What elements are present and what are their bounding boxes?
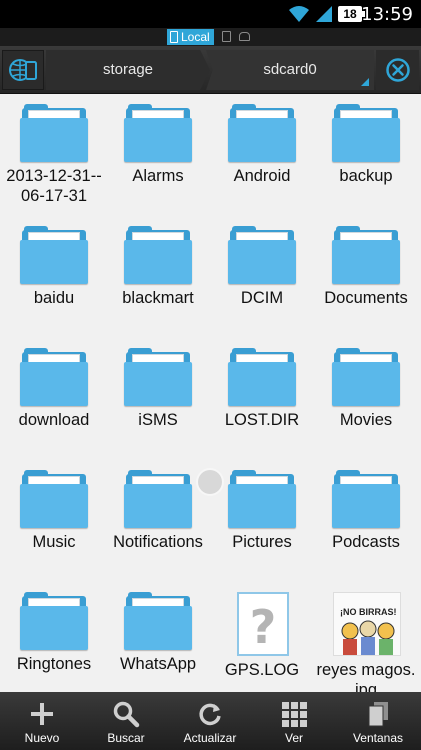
scroll-indicator[interactable]	[196, 468, 224, 496]
folder-icon	[124, 226, 192, 284]
item-label: Pictures	[232, 533, 292, 551]
bottom-action-bar: Nuevo Buscar Actualizar Ver Ventanas	[0, 692, 421, 750]
sdcard-icon[interactable]	[222, 31, 231, 42]
item-label: 2013-12-31--06-17-31	[6, 167, 102, 205]
folder-item[interactable]: Android	[210, 104, 314, 186]
item-label: Podcasts	[332, 533, 400, 551]
item-label: Ringtones	[16, 655, 92, 673]
grid-view-icon	[282, 702, 307, 727]
folder-icon	[228, 470, 296, 528]
folder-item[interactable]: Movies	[314, 348, 418, 430]
local-mode-badge[interactable]: Local	[167, 29, 214, 45]
folder-item[interactable]: Pictures	[210, 470, 314, 552]
breadcrumb-sdcard0[interactable]: sdcard0	[206, 50, 374, 90]
folder-icon	[228, 104, 296, 162]
folder-icon	[20, 470, 88, 528]
file-grid: 2013-12-31--06-17-31 Alarms Android back…	[0, 94, 421, 692]
folder-icon	[332, 104, 400, 162]
item-label: backup	[339, 167, 393, 185]
windows-button[interactable]: Ventanas	[336, 692, 420, 750]
item-label: Music	[32, 533, 76, 551]
folder-item[interactable]: backup	[314, 104, 418, 186]
location-mode-strip: Local	[0, 28, 421, 46]
folder-item[interactable]: WhatsApp	[106, 592, 210, 674]
refresh-label: Actualizar	[183, 731, 237, 745]
item-label: iSMS	[138, 411, 178, 429]
new-button[interactable]: Nuevo	[0, 692, 84, 750]
search-label: Buscar	[107, 731, 145, 745]
view-label: Ver	[284, 731, 303, 745]
notification-count-badge: 18	[338, 6, 365, 22]
network-icon[interactable]	[239, 32, 250, 41]
folder-item[interactable]: Music	[2, 470, 106, 552]
item-label: Documents	[324, 289, 408, 307]
folder-item[interactable]: baidu	[2, 226, 106, 308]
folder-item[interactable]: Alarms	[106, 104, 210, 186]
close-path-button[interactable]	[376, 50, 419, 90]
folder-item[interactable]: Notifications	[106, 470, 210, 552]
folder-item[interactable]: LOST.DIR	[210, 348, 314, 430]
location-switch-button[interactable]	[2, 50, 44, 90]
phone-icon	[170, 31, 178, 43]
windows-label: Ventanas	[352, 731, 404, 745]
folder-item[interactable]: DCIM	[210, 226, 314, 308]
folder-item[interactable]: download	[2, 348, 106, 430]
folder-icon	[20, 348, 88, 406]
item-label: reyes magos.jpg	[316, 661, 416, 692]
path-toolbar: storage sdcard0	[0, 46, 421, 94]
folder-item[interactable]: Ringtones	[2, 592, 106, 674]
item-label: Notifications	[113, 533, 203, 551]
image-item[interactable]: ¡NO BIRRAS! reyes magos.jpg	[314, 592, 418, 692]
globe-device-icon	[9, 59, 37, 81]
status-bar: 18 13:59	[0, 0, 421, 28]
local-mode-label: Local	[181, 30, 210, 44]
wifi-icon	[289, 6, 309, 22]
folder-icon	[124, 470, 192, 528]
folder-icon	[228, 348, 296, 406]
folder-icon	[124, 104, 192, 162]
item-label: Android	[233, 167, 291, 185]
windows-icon	[368, 702, 388, 727]
image-thumbnail: ¡NO BIRRAS!	[333, 592, 401, 656]
item-label: blackmart	[122, 289, 194, 307]
folder-icon	[228, 226, 296, 284]
clock: 13:59	[361, 4, 413, 25]
item-label: DCIM	[240, 289, 284, 307]
folder-item[interactable]: Podcasts	[314, 470, 418, 552]
folder-icon	[124, 348, 192, 406]
search-button[interactable]: Buscar	[84, 692, 168, 750]
signal-icon	[316, 6, 332, 22]
item-label: LOST.DIR	[224, 411, 300, 429]
refresh-button[interactable]: Actualizar	[168, 692, 252, 750]
item-label: WhatsApp	[119, 655, 197, 673]
item-label: Alarms	[132, 167, 184, 185]
item-label: baidu	[33, 289, 75, 307]
refresh-icon	[199, 703, 221, 726]
folder-icon	[332, 226, 400, 284]
item-label: Movies	[339, 411, 393, 429]
dropdown-corner-icon	[361, 78, 369, 86]
view-button[interactable]: Ver	[252, 692, 336, 750]
item-label: GPS.LOG	[224, 661, 300, 679]
thumb-caption: ¡NO BIRRAS!	[340, 607, 397, 617]
new-label: Nuevo	[24, 731, 60, 745]
close-circle-icon	[385, 58, 410, 82]
plus-icon	[31, 703, 53, 725]
folder-item[interactable]: Documents	[314, 226, 418, 308]
folder-icon	[20, 226, 88, 284]
folder-icon	[20, 104, 88, 162]
folder-icon	[332, 348, 400, 406]
file-item[interactable]: ? GPS.LOG	[210, 592, 314, 680]
item-label: download	[18, 411, 90, 429]
folder-item[interactable]: 2013-12-31--06-17-31	[2, 104, 106, 206]
breadcrumb-storage[interactable]: storage	[46, 50, 210, 90]
search-icon	[113, 701, 140, 728]
folder-icon	[20, 592, 88, 650]
unknown-file-icon: ?	[231, 592, 293, 656]
folder-item[interactable]: iSMS	[106, 348, 210, 430]
folder-item[interactable]: blackmart	[106, 226, 210, 308]
folder-icon	[332, 470, 400, 528]
folder-icon	[124, 592, 192, 650]
